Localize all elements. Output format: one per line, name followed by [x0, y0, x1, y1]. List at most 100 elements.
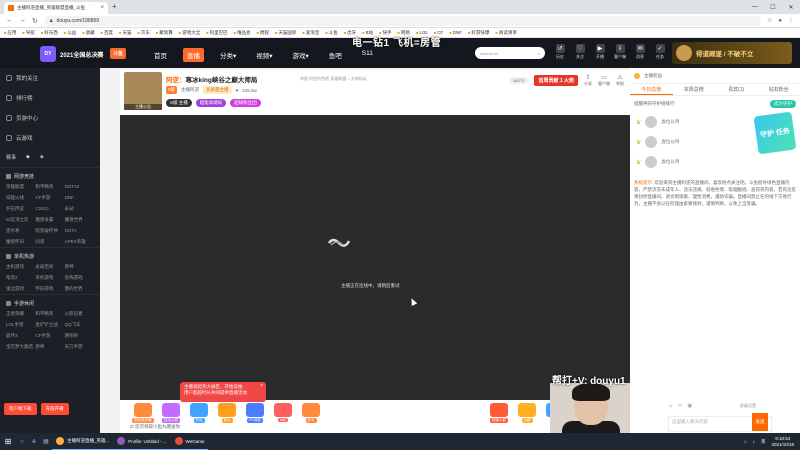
bookmark-item[interactable]: 阅读清单: [495, 30, 517, 36]
close-window-icon[interactable]: ✕: [782, 0, 800, 14]
sidebar-game-link[interactable]: 和平精英: [35, 311, 64, 317]
sidebar-game-link[interactable]: DNF: [65, 195, 94, 201]
nav-item[interactable]: S11: [358, 48, 377, 62]
bookmark-item[interactable]: 天猫: [119, 30, 131, 36]
bookmark-item[interactable]: 公益: [64, 30, 76, 36]
edge-icon[interactable]: e: [28, 433, 40, 450]
search-input[interactable]: niconiconi ⌕: [475, 47, 545, 59]
new-tab-icon[interactable]: +: [112, 2, 117, 11]
folder-icon[interactable]: ▤: [40, 433, 52, 450]
room-tag[interactable]: S级 主播: [166, 99, 192, 107]
sidebar-game-link[interactable]: 魔兽争霸: [35, 217, 64, 223]
sidebar-item[interactable]: 我的关注: [0, 68, 100, 88]
block-setting[interactable]: 屏蔽设置: [740, 403, 756, 409]
sidebar-game-link[interactable]: 单机游戏: [35, 275, 64, 281]
client-button[interactable]: ▭ 客户端: [598, 74, 610, 87]
sidebar-game-link[interactable]: 阴阳师: [65, 333, 94, 339]
minimize-icon[interactable]: —: [746, 0, 764, 14]
sidebar-game-link[interactable]: CSGO: [35, 206, 64, 212]
rank-tab[interactable]: 钻石粉丝: [758, 84, 800, 95]
sidebar-game-link[interactable]: 我的世界: [65, 286, 94, 292]
sidebar-game-link[interactable]: 鬼泣游戏: [6, 286, 35, 292]
taskbar-app[interactable]: 主播阿逆直播_英雄...: [52, 433, 114, 450]
rank-tab[interactable]: 今日总榜: [630, 84, 673, 95]
scissors-icon[interactable]: ✂: [678, 403, 682, 409]
search-icon[interactable]: ⌕: [538, 51, 540, 56]
sidebar-game-link[interactable]: 问道: [35, 239, 64, 245]
sidebar-game-link[interactable]: DOTA: [65, 228, 94, 234]
bookmark-item[interactable]: 游戏大全: [179, 30, 200, 36]
nav-item[interactable]: 分类▾: [216, 48, 240, 62]
close-popup-icon[interactable]: ×: [260, 383, 263, 390]
nav-item[interactable]: 鱼吧: [325, 48, 346, 62]
user-avatar[interactable]: [676, 45, 692, 61]
sidebar-game-link[interactable]: 宝可梦大集结: [6, 344, 35, 350]
rank-tab[interactable]: 贵宾(1): [715, 84, 758, 95]
sidebar-game-link[interactable]: DOTA2: [65, 184, 94, 190]
site-logo[interactable]: DY 2021全国总决赛 斗鱼: [40, 46, 135, 62]
streamer-avatar[interactable]: 主播公告: [124, 72, 162, 110]
nav-item[interactable]: 游戏▾: [289, 48, 313, 62]
profile-icon[interactable]: ●: [778, 18, 782, 24]
taskbar-app[interactable]: WeGame: [170, 433, 209, 450]
video-player[interactable]: 主播正在连线中，请稍后重试: [120, 115, 630, 400]
gift-link[interactable]: ⇄ 您可领取小鱼丸赠送你: [130, 424, 180, 430]
bookmark-item[interactable]: 好游快爆: [468, 30, 489, 36]
url-field[interactable]: 🔒︎ douyu.com/198859: [43, 15, 761, 26]
recharge-button[interactable]: 充值开播: [40, 403, 69, 415]
lpl-logo-icon[interactable]: ◆: [26, 154, 30, 161]
rank-tab[interactable]: 本周总榜: [673, 84, 716, 95]
bookmark-item[interactable]: DNF: [449, 30, 462, 35]
sidebar-game-link[interactable]: 穿越火线: [6, 195, 35, 201]
input-language[interactable]: 英: [761, 439, 766, 445]
bookmark-item[interactable]: 天猫国际: [275, 30, 296, 36]
sidebar-game-link[interactable]: 怀旧游戏: [35, 286, 64, 292]
nav-item[interactable]: 视频▾: [252, 48, 276, 62]
back-icon[interactable]: ←: [6, 17, 13, 24]
send-button[interactable]: 发送: [752, 413, 768, 431]
report-button[interactable]: ⚠ 举报: [616, 74, 624, 87]
gift-item[interactable]: 超级火箭: [486, 403, 512, 423]
guard-task-badge[interactable]: 守护 任务: [753, 111, 797, 155]
sidebar-game-link[interactable]: 天刀手游: [65, 344, 94, 350]
sidebar-game-link[interactable]: 金铲铲之战: [35, 322, 64, 328]
taskbar-app[interactable]: Profile: Untitled - ...: [113, 433, 171, 450]
star-icon[interactable]: ☆: [767, 17, 772, 24]
follower-count[interactable]: 54272: [509, 77, 529, 84]
bookmark-item[interactable]: 导航: [22, 30, 35, 36]
sidebar-game-link[interactable]: 主机游戏: [6, 264, 35, 270]
bookmark-item[interactable]: 携程: [257, 30, 269, 36]
sidebar-game-link[interactable]: CF手游: [35, 333, 64, 339]
streamer-name[interactable]: 主播阿逆: [181, 87, 199, 93]
sidebar-section-title[interactable]: 网游竞技: [0, 167, 100, 182]
header-历史-button[interactable]: ↺ 历史: [553, 44, 567, 60]
header-消息-button[interactable]: ✉ 消息: [633, 44, 647, 60]
sidebar-game-link[interactable]: 永劫无间: [35, 264, 64, 270]
sidebar-item[interactable]: 云游戏: [0, 128, 100, 148]
menu-icon[interactable]: ⋮: [788, 17, 794, 24]
gift-item[interactable]: 666: [270, 403, 296, 422]
sidebar-game-link[interactable]: APEX英雄: [65, 239, 94, 245]
sidebar-game-link[interactable]: 火影忍者: [65, 311, 94, 317]
gift-item[interactable]: 粉丝荧光棒: [130, 403, 156, 423]
gift-item[interactable]: 赞赏: [186, 403, 212, 423]
sidebar-section-title[interactable]: 单机热游: [0, 247, 100, 262]
volume-icon[interactable]: ♪: [753, 439, 755, 444]
bookmark-item[interactable]: 好东西: [41, 30, 58, 36]
maximize-icon[interactable]: ☐: [764, 0, 782, 14]
bookmark-item[interactable]: 阿里巴巴: [206, 30, 228, 36]
sidebar-game-link[interactable]: 永劫: [65, 206, 94, 212]
sidebar-game-link[interactable]: 炉石传说: [6, 206, 35, 212]
nav-item[interactable]: 首页: [150, 48, 171, 62]
sidebar-game-link[interactable]: 暗黑破坏神: [35, 228, 64, 234]
sidebar-game-link[interactable]: 魔兽怀旧: [6, 239, 35, 245]
gift-item[interactable]: PK成就: [242, 403, 268, 423]
bookmark-item[interactable]: 聚划算: [156, 30, 173, 36]
gift-item[interactable]: 鱼丸: [214, 403, 240, 423]
forward-icon[interactable]: →: [19, 17, 26, 24]
room-tag[interactable]: 超能高端局: [195, 99, 227, 107]
network-icon[interactable]: ⌂: [744, 439, 747, 444]
windows-start-icon[interactable]: ⊞: [0, 433, 16, 450]
become-guard-button[interactable]: 成为守护: [770, 100, 796, 108]
sidebar-game-link[interactable]: lol云顶之弈: [6, 217, 35, 223]
